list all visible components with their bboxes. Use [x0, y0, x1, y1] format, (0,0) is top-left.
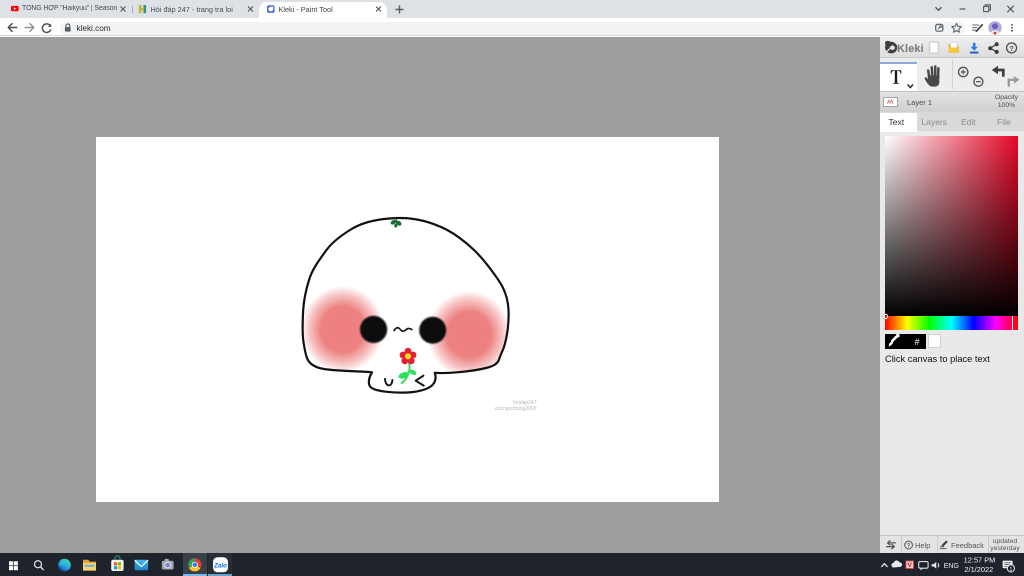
- svg-text:docngoctrang2009: docngoctrang2009: [495, 406, 537, 412]
